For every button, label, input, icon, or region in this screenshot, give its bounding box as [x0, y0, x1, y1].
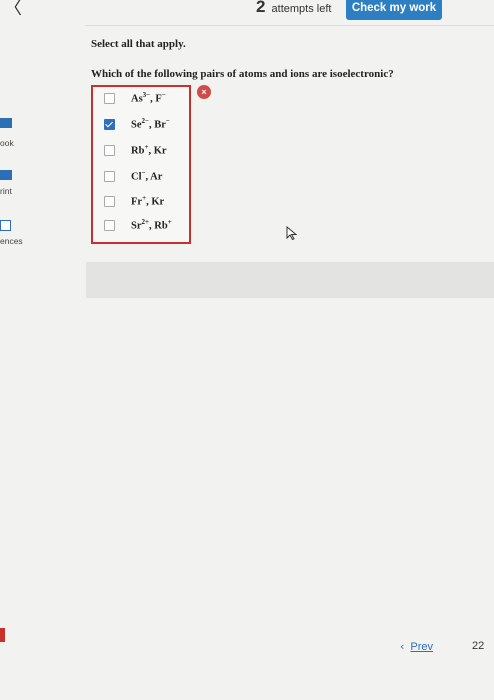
sidebar-item-label: rint	[0, 186, 12, 196]
feedback-area	[86, 262, 494, 298]
option-label: Se2−, Br−	[131, 117, 170, 131]
instruction-text: Select all that apply.	[91, 38, 186, 50]
option-label: Sr2+, Rb+	[131, 218, 172, 232]
header-divider	[85, 25, 494, 26]
option-row[interactable]: As3−, F−	[93, 89, 189, 113]
prev-button[interactable]: ‹ Prev	[400, 640, 433, 653]
top-bar: 〈 2 attempts left Check my work	[0, 0, 494, 24]
option-row[interactable]: Fr+, Kr	[93, 192, 189, 216]
checkbox[interactable]	[104, 196, 115, 207]
attempts-label: attempts left	[271, 3, 332, 15]
option-label: As3−, F−	[131, 91, 166, 105]
left-sidebar: ook rint ences	[0, 0, 34, 700]
book-icon	[0, 118, 12, 128]
option-label: Fr+, Kr	[131, 194, 165, 208]
option-row[interactable]: Se2−, Br−	[93, 115, 189, 139]
incorrect-icon: ×	[197, 85, 211, 99]
attempts-count: 2	[256, 0, 266, 16]
option-label: Cl−, Ar	[131, 169, 163, 183]
checkbox[interactable]	[104, 93, 115, 104]
checkbox[interactable]	[104, 171, 115, 182]
progress-marker	[0, 628, 5, 642]
option-row[interactable]: Sr2+, Rb+	[93, 216, 189, 240]
option-label: Rb+, Kr	[131, 143, 167, 157]
checkbox[interactable]	[104, 220, 115, 231]
option-row[interactable]: Rb+, Kr	[93, 141, 189, 165]
sidebar-item-label: ook	[0, 138, 14, 148]
check-my-work-button[interactable]: Check my work	[346, 0, 442, 20]
attempts-indicator: 2 attempts left	[256, 0, 331, 17]
print-icon	[0, 170, 12, 180]
chevron-left-icon: ‹	[400, 640, 405, 653]
mouse-cursor-icon	[286, 226, 298, 240]
page-number: 22	[472, 640, 485, 652]
answer-options: As3−, F− Se2−, Br− Rb+, Kr Cl−, Ar Fr+, …	[91, 85, 191, 244]
prev-label: Prev	[410, 641, 434, 653]
checkbox-checked[interactable]	[104, 119, 115, 130]
option-row[interactable]: Cl−, Ar	[93, 167, 189, 191]
checkbox[interactable]	[104, 145, 115, 156]
references-icon	[0, 220, 11, 231]
sidebar-item-label: ences	[0, 236, 23, 246]
question-text: Which of the following pairs of atoms an…	[91, 68, 394, 80]
